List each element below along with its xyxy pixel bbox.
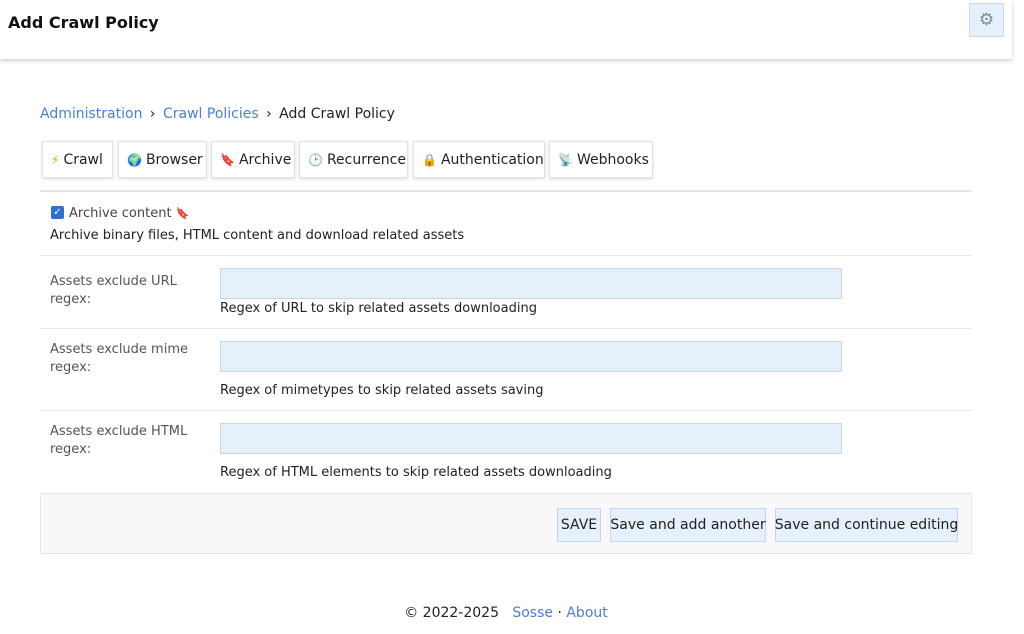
breadcrumb-administration[interactable]: Administration (40, 106, 142, 122)
assets-exclude-html-regex-input[interactable] (220, 423, 842, 454)
theme-toggle-button[interactable]: ⚙ (969, 3, 1004, 37)
footer-link-sosse[interactable]: Sosse (512, 605, 553, 621)
footer-separator: · (557, 605, 562, 621)
breadcrumb-current: Add Crawl Policy (279, 106, 395, 122)
tab-label: Archive (238, 151, 292, 168)
field-help: Regex of URL to skip related assets down… (220, 301, 537, 316)
tab-archive[interactable]: 🔖 Archive (211, 141, 295, 178)
clock-icon: 🕑 (308, 152, 323, 167)
page-header: Add Crawl Policy ⚙ (0, 0, 1012, 59)
tab-authentication[interactable]: 🔒 Authentication (413, 141, 545, 178)
tab-crawl[interactable]: ⚡ Crawl (42, 141, 113, 178)
tab-label: Recurrence (326, 151, 406, 168)
field-row: Assets exclude HTML regex: Regex of HTML… (40, 411, 972, 493)
field-label: Assets exclude mime regex: (50, 342, 188, 375)
field-help: Regex of HTML elements to skip related a… (220, 465, 612, 480)
tab-webhooks[interactable]: 📡 Webhooks (549, 141, 653, 178)
archive-content-checkbox[interactable]: ✓ (51, 206, 64, 219)
tab-recurrence[interactable]: 🕑 Recurrence (299, 141, 408, 178)
archive-content-label: Archive content 🔖 (69, 206, 190, 221)
breadcrumb-separator: › (149, 106, 156, 122)
field-row: Assets exclude URL regex: Regex of URL t… (40, 256, 972, 329)
page-title: Add Crawl Policy (8, 13, 159, 32)
tabs-divider (40, 190, 972, 192)
lock-icon: 🔒 (422, 152, 437, 167)
archive-content-help: Archive binary files, HTML content and d… (50, 228, 465, 243)
breadcrumb: Administration › Crawl Policies › Add Cr… (40, 106, 395, 122)
breadcrumb-crawl-policies[interactable]: Crawl Policies (163, 106, 259, 122)
globe-icon: 🌍 (127, 152, 142, 167)
copyright: © 2022-2025 (404, 605, 499, 621)
tab-browser[interactable]: 🌍 Browser (118, 141, 207, 178)
footer: © 2022-2025 Sosse · About (0, 605, 1012, 621)
footer-link-about[interactable]: About (566, 605, 607, 621)
field-help: Regex of mimetypes to skip related asset… (220, 383, 544, 398)
assets-exclude-mime-regex-input[interactable] (220, 341, 842, 372)
gear-icon: ⚙ (978, 10, 995, 30)
breadcrumb-separator: › (266, 106, 272, 122)
satellite-icon: 📡 (558, 152, 573, 167)
lightning-icon: ⚡ (51, 152, 60, 167)
save-and-add-another-button[interactable]: Save and add another (610, 508, 766, 542)
field-label: Assets exclude HTML regex: (50, 424, 188, 457)
tab-label: Webhooks (576, 151, 649, 168)
bookmark-icon: 🔖 (220, 152, 235, 167)
assets-exclude-url-regex-input[interactable] (220, 268, 842, 299)
tab-label: Authentication (440, 151, 544, 168)
save-and-continue-editing-button[interactable]: Save and continue editing (775, 508, 958, 542)
submit-row: SAVE Save and add another Save and conti… (40, 493, 972, 554)
tab-label: Crawl (63, 151, 103, 168)
save-button[interactable]: SAVE (557, 508, 601, 542)
tab-label: Browser (145, 151, 203, 168)
field-label: Assets exclude URL regex: (50, 274, 177, 307)
archive-content-row: ✓ Archive content 🔖 Archive binary files… (40, 200, 972, 256)
field-row: Assets exclude mime regex: Regex of mime… (40, 329, 972, 411)
bookmark-icon: 🔖 (175, 207, 190, 220)
